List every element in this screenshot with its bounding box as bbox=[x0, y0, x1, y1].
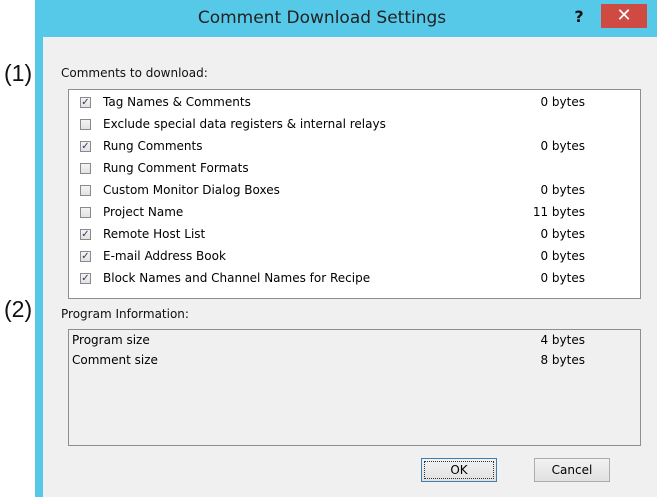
checkbox[interactable]: ✓ bbox=[80, 141, 91, 152]
item-label: E-mail Address Book bbox=[103, 249, 226, 263]
list-item-remote-host-list[interactable]: ✓ Remote Host List 0 bytes bbox=[69, 225, 640, 247]
info-label: Program size bbox=[72, 333, 150, 347]
item-label: Rung Comment Formats bbox=[103, 161, 249, 175]
list-item-project-name[interactable]: Project Name 11 bytes bbox=[69, 203, 640, 225]
info-value: 8 bytes bbox=[540, 353, 585, 367]
dialog-body: Comments to download: ✓ Tag Names & Comm… bbox=[43, 37, 657, 497]
cancel-button[interactable]: Cancel bbox=[534, 458, 610, 482]
item-label: Project Name bbox=[103, 205, 184, 219]
checkbox[interactable] bbox=[80, 163, 91, 174]
checkbox[interactable]: ✓ bbox=[80, 229, 91, 240]
item-label: Tag Names & Comments bbox=[103, 95, 251, 109]
checkbox[interactable]: ✓ bbox=[80, 273, 91, 284]
item-label: Custom Monitor Dialog Boxes bbox=[103, 183, 280, 197]
item-size: 0 bytes bbox=[540, 249, 585, 263]
list-item-email-address-book[interactable]: ✓ E-mail Address Book 0 bytes bbox=[69, 247, 640, 269]
checkbox[interactable] bbox=[80, 119, 91, 130]
checkbox[interactable]: ✓ bbox=[80, 251, 91, 262]
checkbox[interactable] bbox=[80, 185, 91, 196]
comment-download-settings-dialog: Comment Download Settings ? ✕ Comments t… bbox=[35, 0, 657, 497]
list-item-block-names[interactable]: ✓ Block Names and Channel Names for Reci… bbox=[69, 269, 640, 291]
callout-1: (1) bbox=[4, 60, 33, 86]
item-label: Block Names and Channel Names for Recipe bbox=[103, 271, 371, 285]
item-size: 0 bytes bbox=[540, 139, 585, 153]
close-button[interactable]: ✕ bbox=[601, 4, 647, 28]
help-button[interactable]: ? bbox=[566, 6, 592, 28]
list-item-rung-comments[interactable]: ✓ Rung Comments 0 bytes bbox=[69, 137, 640, 159]
callout-2: (2) bbox=[4, 296, 33, 322]
checkbox[interactable]: ✓ bbox=[80, 97, 91, 108]
info-value: 4 bytes bbox=[540, 333, 585, 347]
window-title: Comment Download Settings bbox=[197, 8, 447, 28]
program-info-box: Program size 4 bytes Comment size 8 byte… bbox=[68, 329, 641, 446]
title-bar[interactable]: Comment Download Settings ? ✕ bbox=[35, 0, 657, 37]
comments-checklist: ✓ Tag Names & Comments 0 bytes Exclude s… bbox=[68, 89, 641, 299]
comments-to-download-label: Comments to download: bbox=[61, 66, 208, 80]
ok-button[interactable]: OK bbox=[421, 458, 497, 482]
close-icon: ✕ bbox=[616, 5, 632, 26]
info-label: Comment size bbox=[72, 353, 158, 367]
program-size-row: Program size 4 bytes bbox=[69, 331, 640, 351]
list-item-exclude-special[interactable]: Exclude special data registers & interna… bbox=[69, 115, 640, 137]
item-label: Exclude special data registers & interna… bbox=[103, 117, 386, 131]
item-size: 0 bytes bbox=[540, 271, 585, 285]
item-label: Remote Host List bbox=[103, 227, 206, 241]
item-label: Rung Comments bbox=[103, 139, 203, 153]
comment-size-row: Comment size 8 bytes bbox=[69, 351, 640, 371]
item-size: 0 bytes bbox=[540, 183, 585, 197]
list-item-custom-monitor[interactable]: Custom Monitor Dialog Boxes 0 bytes bbox=[69, 181, 640, 203]
item-size: 0 bytes bbox=[540, 227, 585, 241]
item-size: 0 bytes bbox=[540, 95, 585, 109]
list-item-tag-names[interactable]: ✓ Tag Names & Comments 0 bytes bbox=[69, 93, 640, 115]
list-item-rung-comment-formats[interactable]: Rung Comment Formats bbox=[69, 159, 640, 181]
checkbox[interactable] bbox=[80, 207, 91, 218]
item-size: 11 bytes bbox=[532, 205, 585, 219]
program-information-label: Program Information: bbox=[61, 307, 189, 321]
